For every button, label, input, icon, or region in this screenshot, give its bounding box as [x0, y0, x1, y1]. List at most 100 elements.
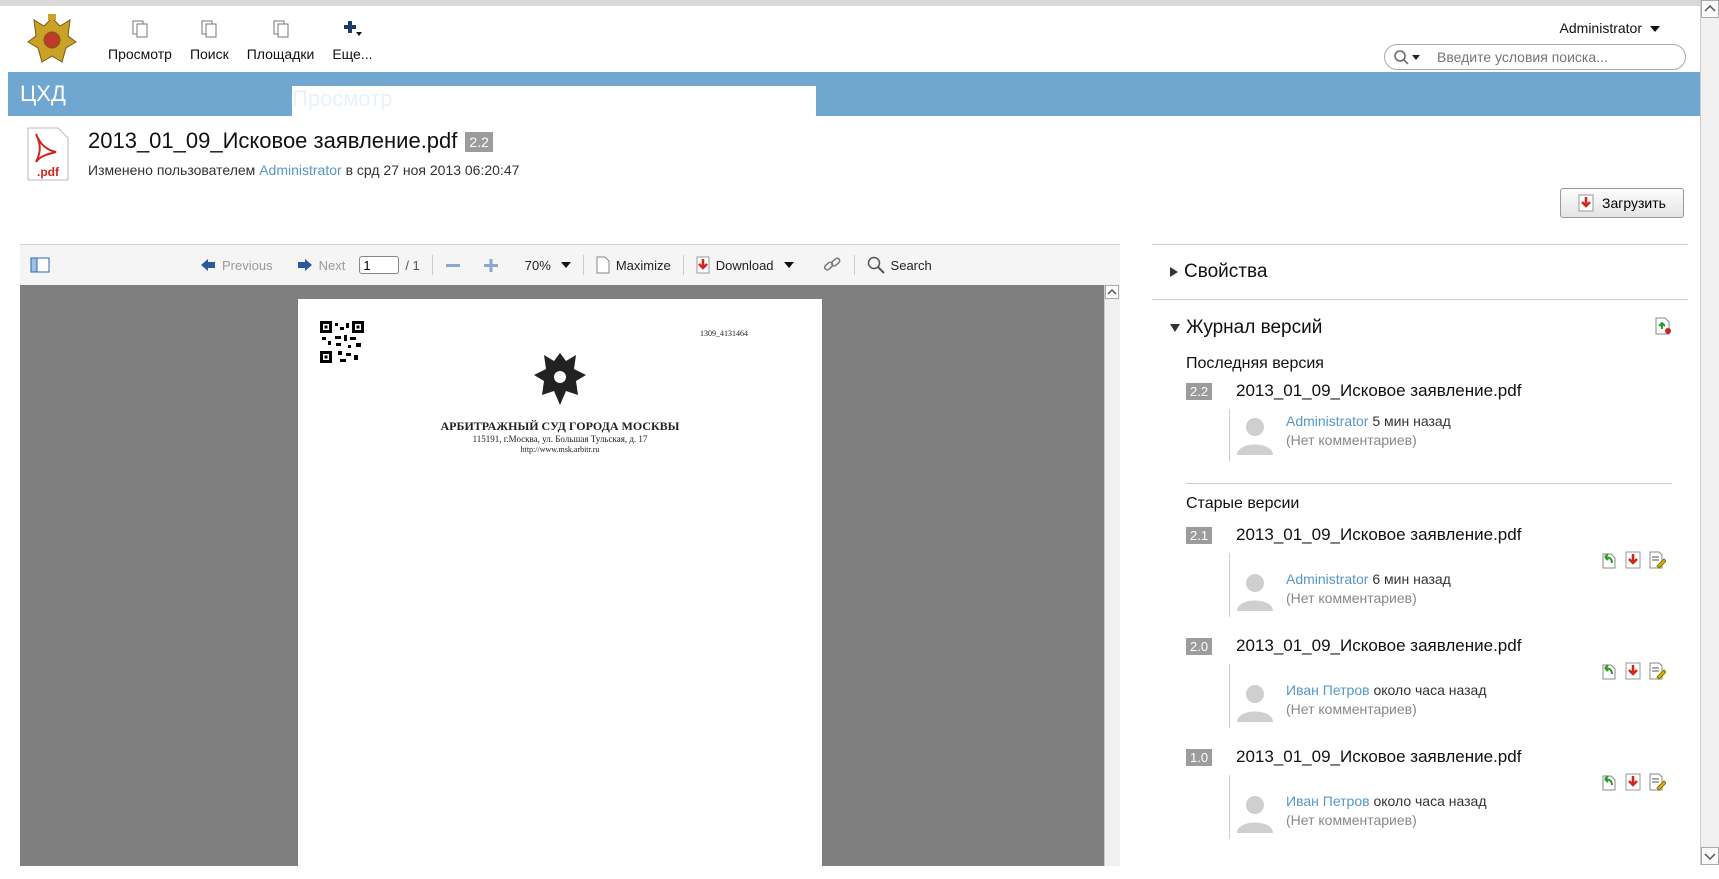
- version-author: Иван Петров около часа назад: [1286, 682, 1487, 698]
- nav-sites-label: Площадки: [246, 46, 315, 62]
- chevron-down-icon: [783, 262, 794, 268]
- section-divider: [1152, 299, 1688, 300]
- search-input[interactable]: [1435, 48, 1659, 66]
- sidebar-toggle-icon[interactable]: [30, 257, 50, 273]
- scroll-up-icon[interactable]: [1701, 0, 1719, 18]
- site-title[interactable]: ЦХД: [20, 81, 66, 107]
- version-history-title: Журнал версий: [1186, 317, 1323, 338]
- download-icon[interactable]: [1624, 773, 1642, 791]
- header-bar: Просмотр Поиск Площадки Еще... Administr…: [0, 0, 1700, 72]
- download-label: Download: [715, 257, 774, 273]
- zoom-value: 70%: [524, 257, 551, 273]
- nav-more-label: Еще...: [332, 46, 373, 62]
- toolbar-divider: [853, 255, 855, 275]
- version-file-name: 2013_01_09_Исковое заявление.pdf: [1236, 525, 1522, 544]
- edit-properties-icon[interactable]: [1648, 773, 1666, 791]
- user-menu[interactable]: Administrator: [1560, 20, 1660, 36]
- plus-dropdown-icon: [344, 21, 363, 36]
- window-scrollbar[interactable]: [1700, 0, 1719, 865]
- documents-icon: [132, 20, 148, 38]
- nav-search-label: Поиск: [189, 46, 229, 62]
- next-page-button[interactable]: Next: [297, 257, 346, 273]
- upload-button[interactable]: Загрузить: [1560, 188, 1684, 218]
- version-file-name: 2013_01_09_Исковое заявление.pdf: [1236, 747, 1522, 766]
- scroll-up-icon[interactable]: [1105, 285, 1119, 299]
- search-document-button[interactable]: Search: [867, 256, 932, 274]
- version-author: Administrator 6 мин назад: [1286, 571, 1451, 587]
- viewer-toolbar: Previous Next / 1 70% Maximize Download: [20, 245, 1120, 285]
- download-menu-button[interactable]: Download: [696, 256, 794, 274]
- version-actions: [1600, 551, 1666, 569]
- document-meta: Изменено пользователем Administrator в с…: [88, 162, 519, 178]
- user-avatar-icon: [1237, 574, 1273, 611]
- zoom-in-icon[interactable]: [483, 258, 499, 272]
- global-search: [1384, 44, 1686, 70]
- download-icon[interactable]: [1624, 551, 1642, 569]
- version-file-name: 2013_01_09_Исковое заявление.pdf: [1236, 381, 1522, 400]
- revert-icon[interactable]: [1600, 773, 1618, 791]
- zoom-out-icon[interactable]: [445, 258, 461, 272]
- viewer-scrollbar[interactable]: [1104, 285, 1120, 866]
- previous-page-button[interactable]: Previous: [200, 258, 273, 273]
- scroll-down-icon[interactable]: [1701, 847, 1719, 865]
- viewer-canvas[interactable]: 1309_4131464 АРБИТРАЖНЫЙ СУД ГОРОДА МОСК…: [20, 285, 1104, 879]
- document-name: 2013_01_09_Исковое заявление.pdf: [88, 128, 458, 153]
- nav-view-label: Просмотр: [108, 46, 172, 62]
- version-comment: (Нет комментариев): [1286, 432, 1417, 448]
- page-number-input[interactable]: [359, 256, 400, 274]
- revert-icon[interactable]: [1600, 662, 1618, 680]
- maximize-button[interactable]: Maximize: [596, 256, 671, 274]
- arrow-right-icon: [297, 259, 312, 271]
- chevron-down-icon: [560, 262, 571, 268]
- maximize-label: Maximize: [615, 257, 671, 273]
- title-band: ЦХД Просмотр: [8, 72, 1700, 666]
- documents-icon: [201, 20, 217, 38]
- search-dropdown-icon[interactable]: [1393, 49, 1421, 65]
- meta-prefix: Изменено пользователем: [88, 162, 256, 178]
- search-icon: [867, 256, 885, 274]
- court-name: АРБИТРАЖНЫЙ СУД ГОРОДА МОСКВЫ: [440, 419, 680, 433]
- nav-search[interactable]: Поиск: [190, 20, 229, 62]
- chevron-down-icon: [1650, 26, 1660, 33]
- version-time: около часа назад: [1373, 793, 1487, 809]
- revert-icon[interactable]: [1600, 551, 1618, 569]
- nav-view[interactable]: Просмотр: [108, 20, 172, 62]
- version-author: Administrator 5 мин назад: [1286, 413, 1451, 429]
- next-label: Next: [318, 257, 346, 273]
- upload-new-version-icon[interactable]: [1654, 317, 1672, 335]
- court-url: http://www.msk.arbitr.ru: [520, 445, 600, 454]
- version-history-toggle[interactable]: Журнал версий: [1170, 317, 1322, 339]
- latest-version-heading: Последняя версия: [1186, 355, 1324, 372]
- older-versions-heading: Старые версии: [1186, 495, 1300, 512]
- meta-suffix: в срд 27 ноя 2013 06:20:47: [345, 162, 520, 178]
- version-time: около часа назад: [1373, 682, 1487, 698]
- version-author: Иван Петров около часа назад: [1286, 793, 1487, 809]
- properties-section-toggle[interactable]: Свойства: [1170, 261, 1267, 283]
- version-author-link[interactable]: Administrator: [1286, 571, 1368, 587]
- edit-properties-icon[interactable]: [1648, 551, 1666, 569]
- user-avatar-icon: [1237, 796, 1273, 833]
- version-connector: [1229, 553, 1230, 617]
- edit-properties-icon[interactable]: [1648, 662, 1666, 680]
- documents-icon: [273, 20, 289, 38]
- version-author-link[interactable]: Иван Петров: [1286, 793, 1370, 809]
- nav-sites[interactable]: Площадки: [246, 20, 315, 62]
- properties-title: Свойства: [1184, 261, 1268, 282]
- version-author-link[interactable]: Administrator: [1286, 413, 1368, 429]
- link-icon[interactable]: [822, 255, 842, 275]
- version-group-divider: [1186, 483, 1672, 484]
- version-comment: (Нет комментариев): [1286, 701, 1417, 717]
- coat-of-arms-logo[interactable]: [22, 12, 82, 70]
- toolbar-divider: [431, 255, 433, 275]
- download-icon[interactable]: [1624, 662, 1642, 680]
- page-icon: [596, 256, 610, 274]
- upload-label: Загрузить: [1602, 195, 1666, 211]
- version-author-link[interactable]: Иван Петров: [1286, 682, 1370, 698]
- version-badge: 2.0: [1186, 638, 1213, 655]
- qr-code: [320, 321, 364, 363]
- pdf-file-icon: .pdf: [27, 127, 69, 181]
- nav-more[interactable]: Еще...: [332, 20, 372, 62]
- zoom-select[interactable]: 70%: [525, 258, 571, 273]
- user-avatar-icon: [1237, 685, 1273, 722]
- meta-user-link[interactable]: Administrator: [259, 162, 341, 178]
